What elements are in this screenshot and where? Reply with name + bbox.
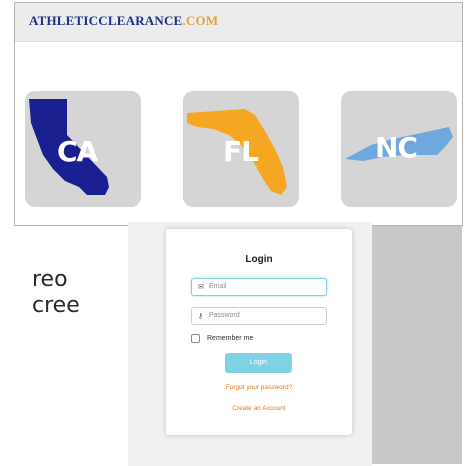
password-placeholder: Password [209,312,240,319]
logo-part-clearance: CLEARANCE [98,13,183,28]
logo-part-com: .COM [182,13,219,28]
state-card-fl[interactable]: FL [183,91,299,207]
password-field[interactable]: ⚷ Password [191,307,327,325]
state-selection-panel: ATHLETICCLEARANCE.COM CA FL NC [14,2,463,226]
logo-part-athletic: ATHLETIC [29,13,99,28]
login-button[interactable]: Login [225,353,292,373]
login-form: Login ✉ Email ⚷ Password Remember me Log… [166,229,352,435]
state-label-fl: FL [223,135,259,168]
site-logo[interactable]: ATHLETICCLEARANCE.COM [29,13,218,29]
state-label-nc: NC [375,131,418,164]
remember-me-checkbox[interactable] [191,334,200,343]
site-header: ATHLETICCLEARANCE.COM [15,3,462,42]
forgot-password-link[interactable]: Forgot your password? [166,384,352,391]
key-icon: ⚷ [198,313,204,320]
state-card-ca[interactable]: CA [25,91,141,207]
email-field[interactable]: ✉ Email [191,278,327,296]
create-account-link[interactable]: Create an Account [166,405,352,412]
state-label-ca: CA [57,135,98,168]
login-title: Login [245,254,273,265]
envelope-icon: ✉ [198,284,204,291]
state-card-nc[interactable]: NC [341,91,457,207]
email-placeholder: Email [209,283,227,290]
remember-me-label[interactable]: Remember me [207,335,253,342]
